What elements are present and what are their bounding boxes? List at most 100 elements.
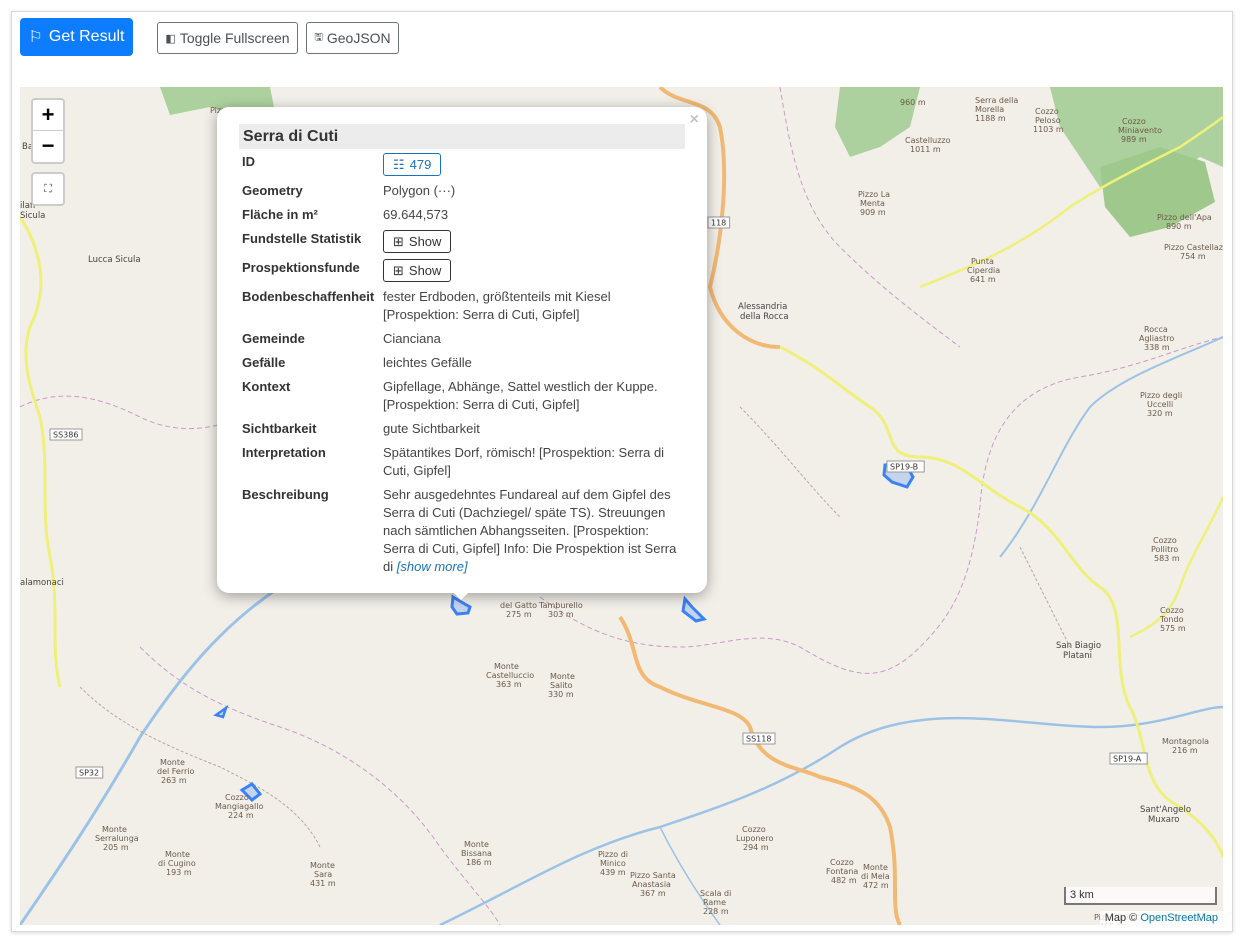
prospektion-show-button[interactable]: ⊞ Show xyxy=(383,259,452,282)
peak-label: Minico xyxy=(600,859,626,868)
town-label: Platani xyxy=(1063,651,1092,661)
id-value-cell: ☷ 479 xyxy=(383,153,683,176)
map-view[interactable]: Pizzo Castellazzo 960 m Serra dellaMorella… xyxy=(20,87,1223,925)
town-label: Lucca Sicula xyxy=(88,255,141,265)
table-icon: ⊞ xyxy=(393,262,404,278)
interpretation-value-line: Cuti, Gipfel] xyxy=(383,463,451,478)
peak-label: Cozzo xyxy=(1160,606,1184,615)
peak-label: Fontana xyxy=(826,867,858,876)
peak-label: Agliastro xyxy=(1139,334,1174,343)
toggle-fullscreen-button[interactable]: ◧ Toggle Fullscreen xyxy=(157,22,298,54)
peak-label: 439 m xyxy=(600,868,626,877)
popup-tip xyxy=(451,590,471,600)
peak-label: del Ferrio xyxy=(157,767,195,776)
peak-label: 482 m xyxy=(831,876,857,885)
peak-label: Pizzo degli xyxy=(1140,391,1182,400)
scale-bar: 3 km xyxy=(1064,887,1217,905)
peak-label: 1188 m xyxy=(975,114,1006,123)
toggle-fullscreen-label: Toggle Fullscreen xyxy=(179,30,290,46)
attribution: Map © OpenStreetMap xyxy=(1099,911,1223,925)
peak-label: Monte xyxy=(464,840,489,849)
town-label: alamonaci xyxy=(20,578,64,588)
peak-label: Pizzo Castellazzo xyxy=(1164,243,1223,252)
get-result-button[interactable]: ⚐ Get Result xyxy=(20,18,133,56)
peak-label: Monte xyxy=(102,825,127,834)
peak-label: 228 m xyxy=(703,907,729,916)
boden-value-line: [Prospektion: Serra di Cuti, Gipfel] xyxy=(383,307,580,322)
river xyxy=(20,585,281,925)
peak-label: 193 m xyxy=(166,868,192,877)
id-button[interactable]: ☷ 479 xyxy=(383,153,442,176)
geojson-button[interactable]: 🖫 GeoJSON xyxy=(306,22,399,54)
peak-label: Serralunga xyxy=(95,834,139,843)
fundstelle-label: Fundstelle Statistik xyxy=(242,231,362,246)
peak-label: Cozzo xyxy=(1122,117,1146,126)
peak-label: Pizzo Santa xyxy=(630,871,676,880)
town-label: Sant'Angelo xyxy=(1140,805,1191,815)
peak-label: 909 m xyxy=(860,208,886,217)
peak-label: 989 m xyxy=(1121,135,1147,144)
river xyxy=(999,336,1223,558)
geojson-label: GeoJSON xyxy=(326,30,391,46)
peak-label: 330 m xyxy=(548,690,574,699)
peak-label: Uccelli xyxy=(1147,400,1173,409)
site-polygon xyxy=(213,704,229,719)
peak-label: Monte xyxy=(160,758,185,767)
zoom-out-button[interactable]: − xyxy=(33,130,63,161)
peak-label: Castelluccio xyxy=(486,671,534,680)
kontext-value-line: Gipfellage, Abhänge, Sattel westlich der… xyxy=(383,379,658,394)
peak-label: 320 m xyxy=(1147,409,1173,418)
track xyxy=(739,406,841,518)
kontext-value-line: [Prospektion: Serra di Cuti, Gipfel] xyxy=(383,397,580,412)
peak-label: Cozzo xyxy=(742,825,766,834)
get-result-label: Get Result xyxy=(48,28,125,45)
road-label: SS118 xyxy=(746,735,771,744)
peak-label: Pizzo di xyxy=(598,850,628,859)
beschreibung-value-line: Serra di Cuti, Gipfel] Info: Die Prospek… xyxy=(383,541,677,556)
peak-label: 294 m xyxy=(743,843,769,852)
peak-label: Mangiagallo xyxy=(215,802,264,811)
peak-label: Pizzo La xyxy=(858,190,890,199)
peak-label: Cozzo xyxy=(830,858,854,867)
peak-label: 216 m xyxy=(1172,746,1198,755)
peak-label: del Gatto xyxy=(500,601,537,610)
beschreibung-value: Sehr ausgedehntes Fundareal auf dem Gipf… xyxy=(383,486,683,576)
fullscreen-button[interactable]: ⛶ xyxy=(31,172,65,206)
peak-label: Cozzo xyxy=(225,793,249,802)
peak-label: Scala di xyxy=(700,889,731,898)
area-label: Fläche in m² xyxy=(242,207,318,222)
area-value: 69.644,573 xyxy=(383,207,449,222)
peak-label: di Mela xyxy=(861,872,890,881)
save-icon: 🖫 xyxy=(314,31,323,43)
peak-label: Monte xyxy=(494,662,519,671)
secondary-road xyxy=(20,216,62,688)
peak-label: 338 m xyxy=(1144,343,1170,352)
town-label: Alessandria xyxy=(738,302,787,312)
peak-label: Rame xyxy=(703,898,726,907)
fundstelle-show-button[interactable]: ⊞ Show xyxy=(383,230,452,253)
show-more-link[interactable]: [show more] xyxy=(397,559,468,574)
show-label: Show xyxy=(408,233,442,249)
close-icon[interactable]: × xyxy=(690,111,699,129)
beschreibung-value-line: nach sämtlichen Abhangsseiten. [Prospekt… xyxy=(383,523,649,538)
track xyxy=(79,686,321,848)
zoom-in-button[interactable]: + xyxy=(33,100,63,130)
osm-attribution-link[interactable]: OpenStreetMap xyxy=(1140,912,1218,924)
fullscreen-toggle-icon: ◧ xyxy=(165,32,176,45)
track xyxy=(1019,546,1071,648)
peak-label: Sara xyxy=(314,870,332,879)
peak-label: Pollitro xyxy=(1151,545,1178,554)
interpretation-value-line: Spätantikes Dorf, römisch! [Prospektion:… xyxy=(383,445,665,460)
attribution-prefix: Map © xyxy=(1104,912,1138,924)
list-icon: ☷ xyxy=(393,156,405,172)
peak-label: Monte xyxy=(863,863,888,872)
sichtbarkeit-label: Sichtbarkeit xyxy=(242,421,317,436)
id-value: 479 xyxy=(409,156,432,172)
zoom-control: + − xyxy=(31,98,65,164)
peak-label: Miniavento xyxy=(1118,126,1162,135)
show-label: Show xyxy=(408,262,442,278)
peak-label: 431 m xyxy=(310,879,336,888)
kontext-label: Kontext xyxy=(242,379,291,394)
peak-label: Ciperdia xyxy=(967,266,1000,275)
peak-label: Serra della xyxy=(975,96,1018,105)
